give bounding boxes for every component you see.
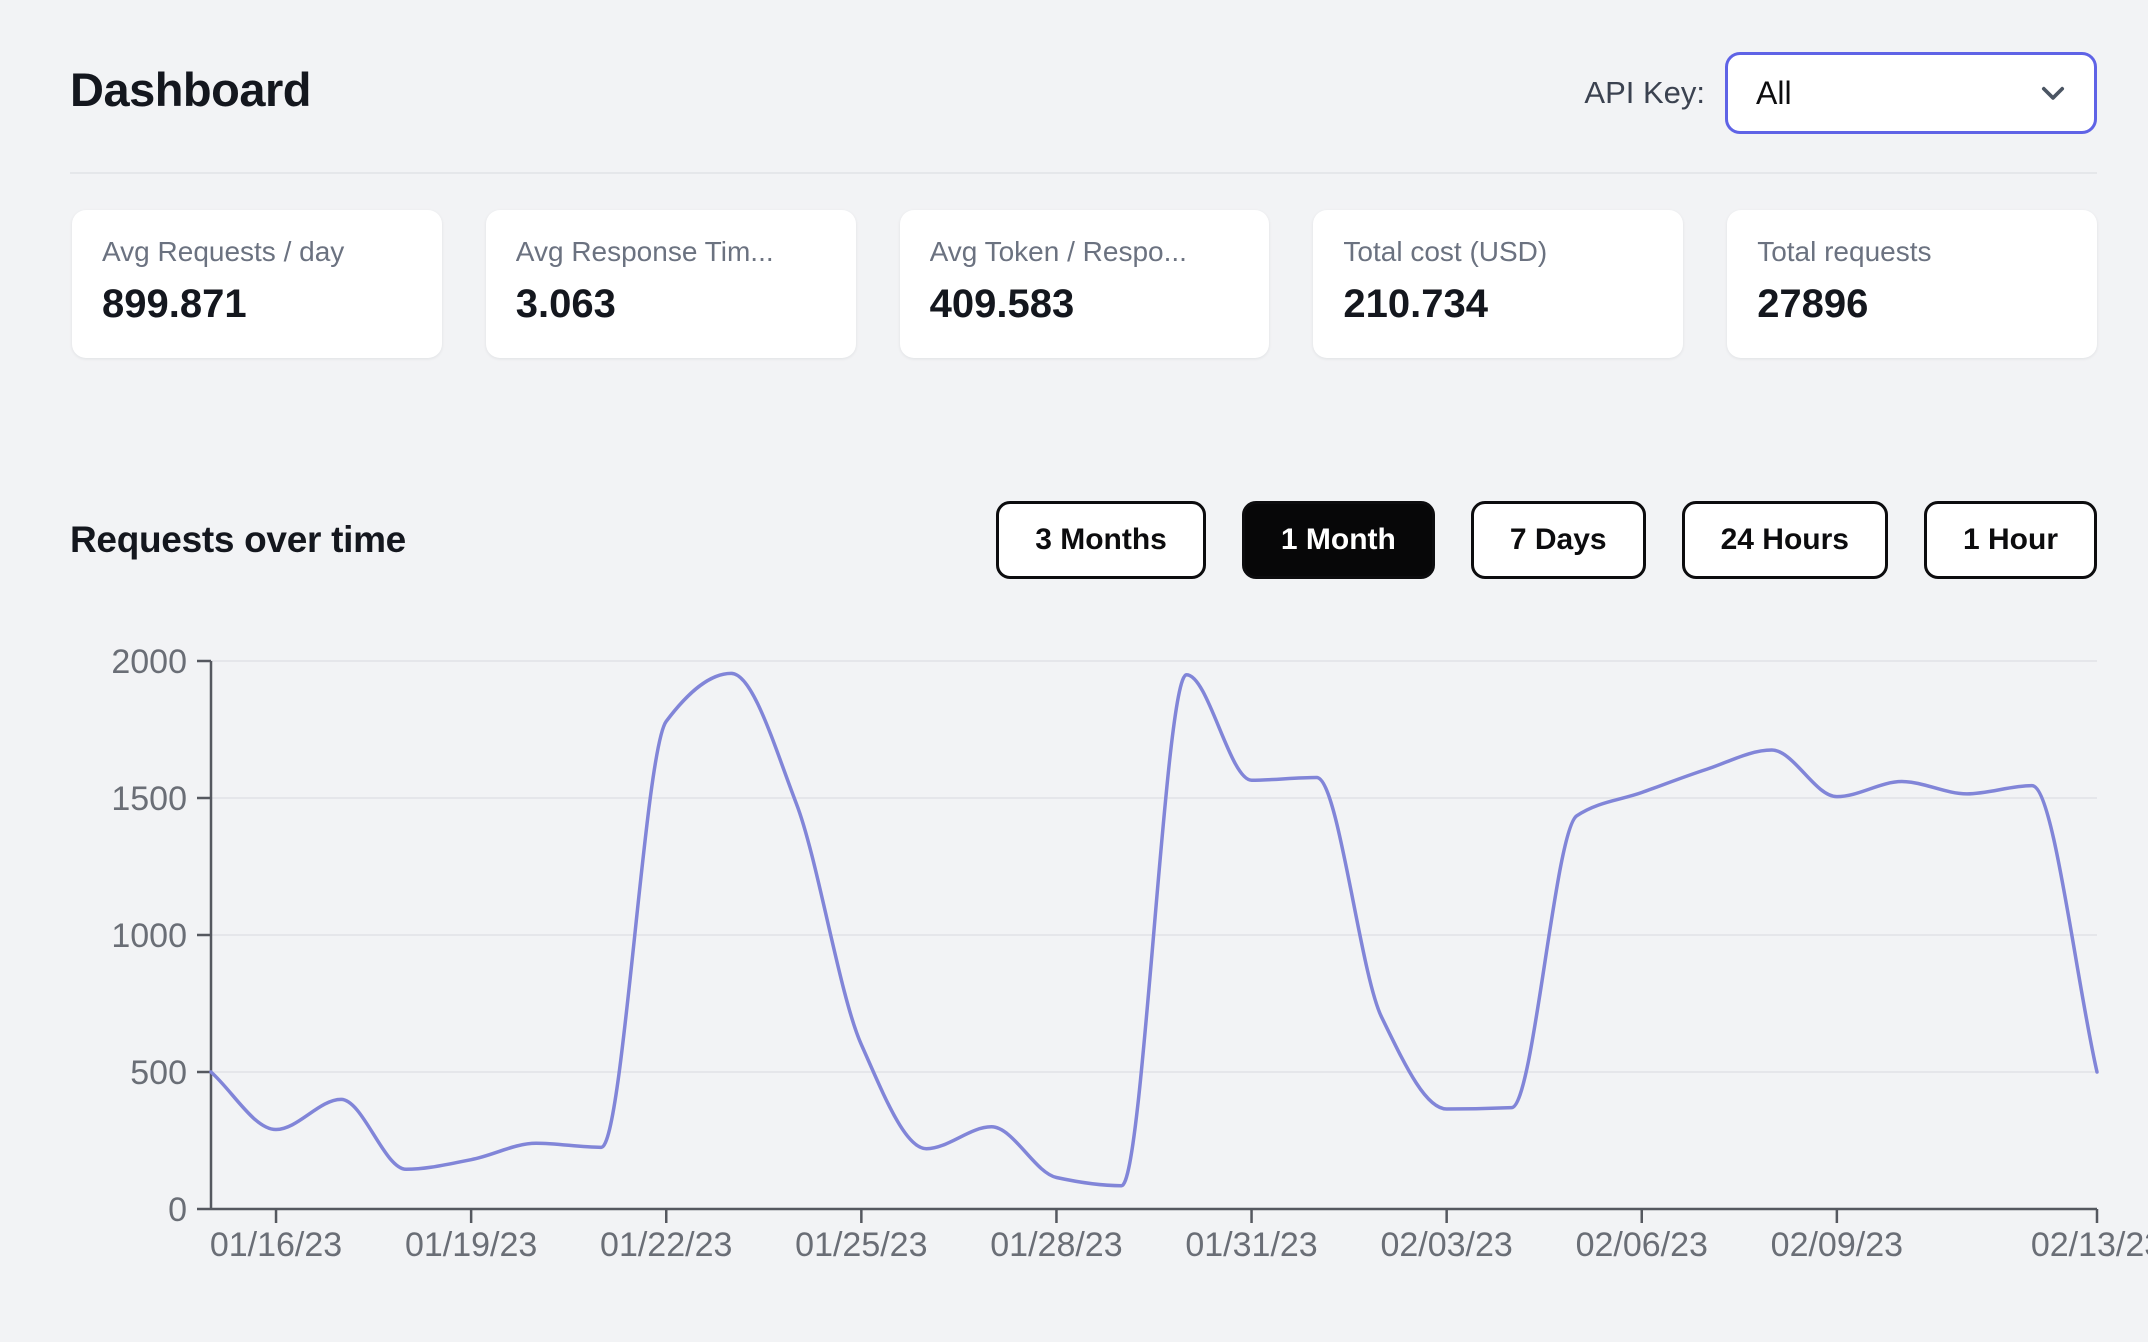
range-button-7-days[interactable]: 7 Days (1470, 501, 1646, 579)
range-button-3-months[interactable]: 3 Months (996, 501, 1206, 579)
stat-value: 210.734 (1343, 282, 1488, 326)
stat-label: Avg Requests / day (102, 236, 345, 267)
stat-label: Total cost (USD) (1343, 236, 1548, 267)
x-tick-label: 02/06/23 (1576, 1226, 1708, 1264)
chart-section-title: Requests over time (70, 519, 406, 560)
stat-value: 3.063 (515, 282, 616, 326)
range-button-1-month[interactable]: 1 Month (1241, 501, 1435, 579)
chart-section-header: Requests over time 3 Months 1 Month 7 Da… (70, 500, 2097, 580)
chevron-down-icon (2041, 86, 2065, 100)
api-key-control: API Key: All (1584, 52, 2097, 134)
requests-line (209, 671, 2099, 1188)
api-key-label: API Key: (1584, 75, 1705, 110)
stat-card-avg-token: Avg Token / Respo... 409.583 (899, 210, 1270, 358)
header-divider (70, 172, 2097, 174)
requests-over-time-chart: 0 500 1000 1500 2000 01/16/23 01/19/23 01/22/23… (111, 643, 2148, 1264)
time-range-buttons: 3 Months 1 Month 7 Days 24 Hours 1 Hour (996, 501, 2097, 579)
stat-label: Avg Response Tim... (515, 236, 774, 267)
api-key-select[interactable]: All (1725, 52, 2097, 134)
stat-label: Total requests (1757, 236, 1932, 267)
dashboard-page: Dashboard API Key: All Avg Requests / da… (0, 0, 2148, 1342)
range-button-1-hour[interactable]: 1 Hour (1923, 501, 2097, 579)
api-key-selected-value: All (1756, 74, 1792, 111)
x-tick-label: 01/22/23 (600, 1226, 732, 1264)
x-tick-label: 02/09/23 (1771, 1226, 1903, 1264)
x-tick-label: 01/31/23 (1185, 1226, 1317, 1264)
stat-value: 27896 (1757, 282, 1869, 326)
y-tick-label: 0 (168, 1191, 187, 1229)
stat-card-total-requests: Total requests 27896 (1727, 210, 2097, 358)
stat-value: 409.583 (929, 282, 1075, 326)
stat-card-avg-response-time: Avg Response Tim... 3.063 (485, 210, 856, 358)
range-button-24-hours[interactable]: 24 Hours (1681, 501, 1888, 579)
stat-card-avg-requests: Avg Requests / day 899.871 (72, 210, 442, 358)
x-tick-label: 01/25/23 (795, 1226, 927, 1264)
y-tick-label: 500 (130, 1054, 187, 1092)
stat-cards-row: Avg Requests / day 899.871 Avg Response … (72, 210, 2097, 358)
y-tick-label: 1500 (111, 780, 187, 818)
x-tick-label: 02/13/23 (2031, 1226, 2148, 1264)
x-tick-label: 02/03/23 (1380, 1226, 1512, 1264)
stat-label: Avg Token / Respo... (929, 236, 1187, 267)
y-tick-label: 1000 (111, 917, 187, 955)
x-tick-label: 01/16/23 (210, 1226, 342, 1264)
x-tick-label: 01/19/23 (405, 1226, 537, 1264)
y-tick-label: 2000 (111, 643, 187, 681)
stat-card-total-cost: Total cost (USD) 210.734 (1313, 210, 1684, 358)
page-title: Dashboard (70, 63, 312, 116)
stat-value: 899.871 (102, 282, 247, 326)
x-tick-label: 01/28/23 (990, 1226, 1122, 1264)
